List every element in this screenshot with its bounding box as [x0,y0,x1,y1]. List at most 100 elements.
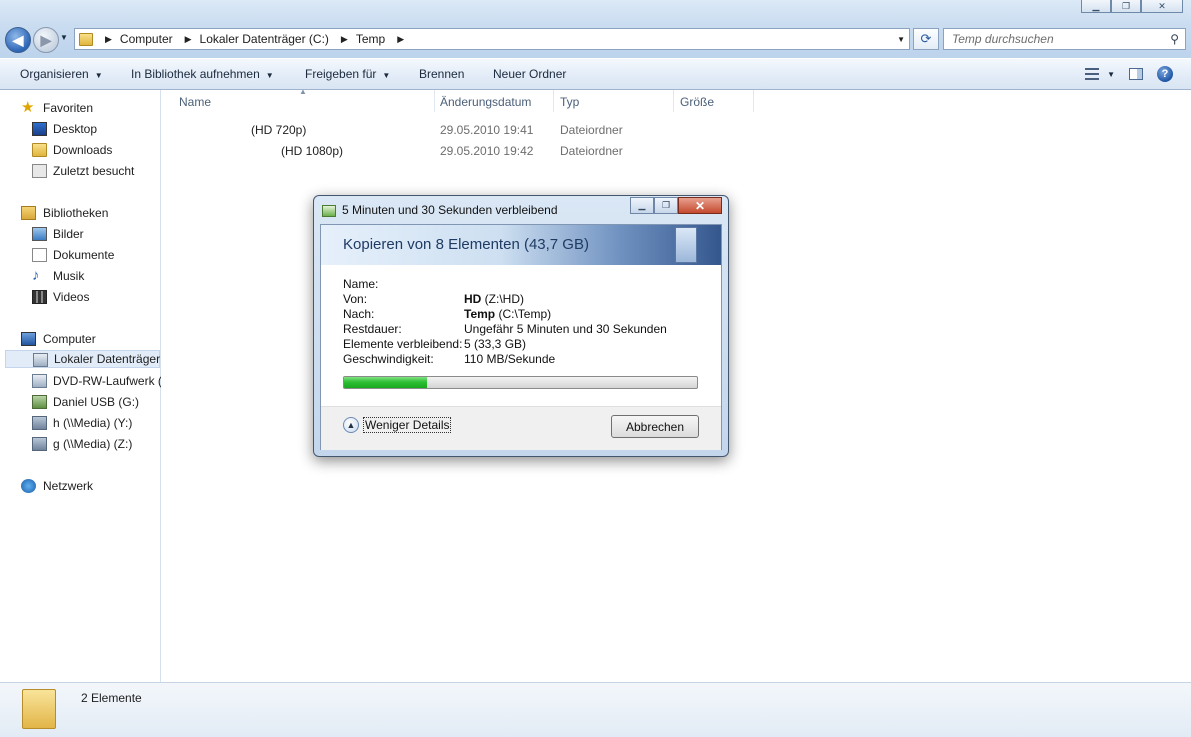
cancel-button[interactable]: Abbrechen [611,415,699,438]
title-bar: ▁ ❐ ✕ ◀ ▶ ▼ ▶ Computer ▶ Lokaler Datentr… [0,0,1191,58]
maximize-button[interactable]: ❐ [1111,0,1141,13]
nav-pictures[interactable]: Bilder [32,225,84,243]
new-folder-button[interactable]: Neuer Ordner [493,67,566,81]
recent-pages-dropdown[interactable]: ▼ [60,33,68,42]
details-view-icon [1085,68,1100,80]
progress-fill [344,377,427,388]
nav-music-label: Musik [53,269,85,283]
detail-remaining-value: Ungefähr 5 Minuten und 30 Sekunden [464,322,667,336]
network-drive-icon [32,437,47,451]
desktop-icon [32,122,47,136]
address-dropdown-icon[interactable]: ▼ [897,35,905,44]
back-button[interactable]: ◀ [5,27,31,53]
chevron-right-icon[interactable]: ▶ [341,34,348,45]
nav-libraries-label: Bibliotheken [43,206,109,220]
documents-icon [32,248,47,262]
detail-to: Nach: Temp (C:\Temp) [343,307,551,321]
column-divider[interactable] [673,90,674,112]
change-view-button[interactable]: ▼ [1085,68,1115,80]
breadcrumb-computer[interactable]: Computer [120,32,173,46]
file-date: 29.05.2010 19:41 [440,123,534,137]
less-details-label: Weniger Details [363,417,452,433]
preview-pane-icon[interactable] [1129,68,1143,80]
folder-icon [79,32,93,46]
detail-name-label: Name: [343,277,379,291]
nav-recent-label: Zuletzt besucht [53,164,135,178]
file-name: (HD 720p) [251,123,307,137]
detail-to-target[interactable]: Temp [464,307,495,321]
column-divider[interactable] [553,90,554,112]
search-icon[interactable]: ⚲ [1170,32,1179,46]
nav-usb-drive[interactable]: Daniel USB (G:) [32,393,139,411]
help-icon[interactable]: ? [1157,66,1173,82]
file-type: Dateiordner [560,123,623,137]
detail-to-label: Nach: [343,307,375,321]
nav-local-disk[interactable]: Lokaler Datenträger [5,350,160,368]
nav-computer[interactable]: Computer [21,330,96,348]
nav-downloads[interactable]: Downloads [32,141,113,159]
breadcrumb-local-disk[interactable]: Lokaler Datenträger (C:) [200,32,329,46]
chevron-right-icon[interactable]: ▶ [397,34,404,45]
star-icon: ★ [21,99,35,116]
close-button[interactable]: ✕ [1141,0,1183,13]
column-header-name[interactable]: Name [179,95,211,109]
nav-music[interactable]: ♪ Musik [32,267,85,285]
file-date: 29.05.2010 19:42 [440,144,534,158]
detail-from-source[interactable]: HD [464,292,481,306]
dialog-caption-buttons: ▁ ❐ ✕ [630,197,722,214]
refresh-button[interactable]: ⟳ [913,28,939,50]
library-icon [21,206,36,220]
include-library-label: In Bibliothek aufnehmen [131,67,260,81]
forward-button[interactable]: ▶ [33,27,59,53]
downloads-folder-icon [32,143,47,157]
nav-dvd-drive[interactable]: DVD-RW-Laufwerk ( [32,372,162,390]
nav-libraries[interactable]: Bibliotheken [21,204,109,222]
computer-icon [21,332,36,346]
minimize-button[interactable]: ▁ [1081,0,1111,13]
nav-network-drive-y[interactable]: h (\\Media) (Y:) [32,414,133,432]
command-bar: Organisieren ▼ In Bibliothek aufnehmen ▼ F… [0,58,1191,90]
dialog-title: 5 Minuten und 30 Sekunden verbleibend [342,203,558,217]
caption-buttons: ▁ ❐ ✕ [1081,0,1183,14]
detail-remaining-label: Restdauer: [343,322,402,336]
share-button[interactable]: Freigeben für ▼ [305,67,390,81]
view-controls: ▼ ? [1085,66,1173,82]
nav-network-drive-z[interactable]: g (\\Media) (Z:) [32,435,132,453]
chevron-right-icon[interactable]: ▶ [185,34,192,45]
file-name: (HD 1080p) [281,144,344,158]
nav-favorites[interactable]: ★ Favoriten [21,99,93,117]
nav-documents[interactable]: Dokumente [32,246,114,264]
address-bar[interactable]: ▶ Computer ▶ Lokaler Datenträger (C:) ▶ … [74,28,910,50]
breadcrumb-temp[interactable]: Temp [356,32,385,46]
nav-network-drive-y-label: h (\\Media) (Y:) [53,416,133,430]
burn-button[interactable]: Brennen [419,67,464,81]
column-header-type[interactable]: Typ [560,95,579,109]
folder-icon [22,689,56,729]
detail-items: Elemente verbleibend: 5 (33,3 GB) [343,337,526,351]
less-details-button[interactable]: ▲ Weniger Details [343,417,452,433]
search-input[interactable] [950,31,1159,47]
dialog-close-button[interactable]: ✕ [678,197,722,214]
nav-recent[interactable]: Zuletzt besucht [32,162,135,180]
nav-downloads-label: Downloads [53,143,113,157]
dialog-minimize-button[interactable]: ▁ [630,197,654,214]
nav-desktop[interactable]: Desktop [32,120,97,138]
nav-local-disk-label: Lokaler Datenträger [54,352,161,366]
dialog-maximize-button[interactable]: ❐ [654,197,678,214]
item-count: 2 Elemente [81,691,142,705]
column-header-size[interactable]: Größe [680,95,714,109]
detail-speed: Geschwindigkeit: 110 MB/Sekunde [343,352,555,366]
column-divider[interactable] [753,90,754,112]
window-graphic [675,227,697,263]
chevron-right-icon[interactable]: ▶ [105,34,112,45]
organize-button[interactable]: Organisieren ▼ [20,67,103,81]
table-row[interactable]: (HD 1080p) 29.05.2010 19:42 Dateiordner [161,144,761,164]
column-header-date[interactable]: Änderungsdatum [440,95,531,109]
detail-speed-label: Geschwindigkeit: [343,352,434,366]
search-box[interactable]: ⚲ [943,28,1186,50]
include-library-button[interactable]: In Bibliothek aufnehmen ▼ [131,67,274,81]
nav-videos[interactable]: Videos [32,288,89,306]
nav-network[interactable]: Netzwerk [21,477,93,495]
table-row[interactable]: (HD 720p) 29.05.2010 19:41 Dateiordner [161,123,761,143]
column-divider[interactable] [434,90,435,112]
